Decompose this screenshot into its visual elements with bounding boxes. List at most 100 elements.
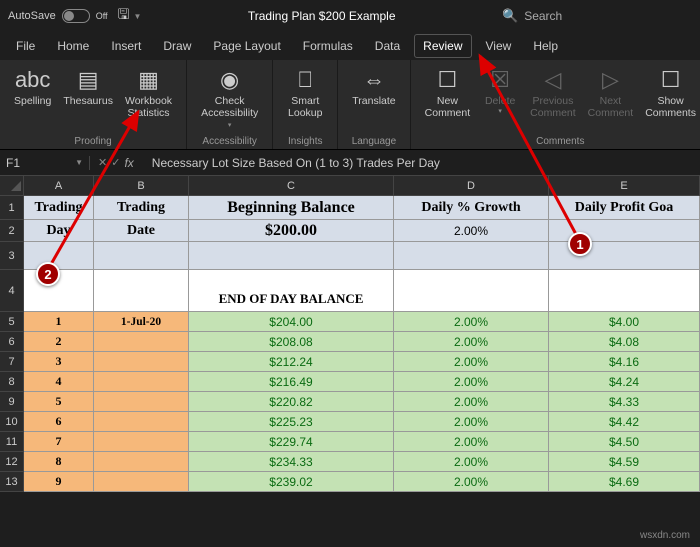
tab-insert[interactable]: Insert xyxy=(103,35,149,57)
cell[interactable]: $216.49 xyxy=(189,372,394,392)
cell[interactable] xyxy=(394,242,549,270)
cell[interactable]: $4.08 xyxy=(549,332,700,352)
smart-lookup-button[interactable]: ⎕SmartLookup xyxy=(281,64,329,121)
cell[interactable]: $4.00 xyxy=(549,312,700,332)
fx-icon[interactable]: fx xyxy=(124,156,139,170)
enter-formula-button[interactable]: ✓ xyxy=(111,156,120,169)
cell[interactable]: $4.16 xyxy=(549,352,700,372)
new-comment-button[interactable]: ☐NewComment xyxy=(419,64,477,121)
row-header[interactable]: 1 xyxy=(0,196,24,220)
cell[interactable]: $225.23 xyxy=(189,412,394,432)
cell[interactable]: 2.00% xyxy=(394,312,549,332)
cell[interactable]: 6 xyxy=(24,412,94,432)
chevron-down-icon[interactable]: ▼ xyxy=(75,158,83,167)
col-header[interactable]: E xyxy=(549,176,700,196)
formula-input[interactable]: Necessary Lot Size Based On (1 to 3) Tra… xyxy=(148,156,700,170)
cell[interactable]: 9 xyxy=(24,472,94,492)
cell[interactable]: $239.02 xyxy=(189,472,394,492)
cell[interactable]: $4.59 xyxy=(549,452,700,472)
autosave-toggle[interactable]: AutoSave Off xyxy=(8,9,108,23)
cell[interactable]: 1-Jul-20 xyxy=(94,312,189,332)
cell[interactable] xyxy=(94,270,189,312)
tab-file[interactable]: File xyxy=(8,35,43,57)
col-header[interactable]: A xyxy=(24,176,94,196)
cell[interactable]: Day xyxy=(24,220,94,242)
cell[interactable]: 2.00% xyxy=(394,372,549,392)
cell[interactable]: 2.00% xyxy=(394,452,549,472)
cell[interactable]: END OF DAY BALANCE xyxy=(189,270,394,312)
cell[interactable] xyxy=(94,432,189,452)
select-all-corner[interactable] xyxy=(0,176,24,196)
row-header[interactable]: 8 xyxy=(0,372,24,392)
tab-home[interactable]: Home xyxy=(49,35,97,57)
name-box[interactable]: F1 ▼ xyxy=(0,156,90,170)
cell[interactable]: $212.24 xyxy=(189,352,394,372)
cell[interactable]: 2.00% xyxy=(394,352,549,372)
cell[interactable]: 5 xyxy=(24,392,94,412)
row-header[interactable]: 12 xyxy=(0,452,24,472)
row-header[interactable]: 7 xyxy=(0,352,24,372)
thesaurus-button[interactable]: ▤Thesaurus xyxy=(57,64,119,110)
cell[interactable] xyxy=(94,242,189,270)
cell[interactable]: $4.33 xyxy=(549,392,700,412)
spelling-button[interactable]: abcSpelling xyxy=(8,64,57,110)
col-header[interactable]: B xyxy=(94,176,189,196)
cell[interactable]: 2.00% xyxy=(394,412,549,432)
cell[interactable]: 4 xyxy=(24,372,94,392)
tab-review[interactable]: Review xyxy=(414,34,471,58)
cell[interactable] xyxy=(94,472,189,492)
cell[interactable]: $229.74 xyxy=(189,432,394,452)
spreadsheet-grid[interactable]: A B C D E 1 Trading Trading Beginning Ba… xyxy=(0,176,700,492)
row-header[interactable]: 13 xyxy=(0,472,24,492)
cell[interactable]: $234.33 xyxy=(189,452,394,472)
cell[interactable]: 2.00% xyxy=(394,220,549,242)
workbook-statistics-button[interactable]: ▦WorkbookStatistics xyxy=(119,64,178,121)
tab-data[interactable]: Data xyxy=(367,35,408,57)
tab-help[interactable]: Help xyxy=(525,35,566,57)
cell[interactable]: $200.00 xyxy=(189,220,394,242)
cell[interactable]: Daily % Growth xyxy=(394,196,549,220)
row-header[interactable]: 9 xyxy=(0,392,24,412)
qat-dropdown-icon[interactable]: ▼ xyxy=(133,12,141,21)
cell[interactable]: 2.00% xyxy=(394,472,549,492)
cell[interactable]: $4.24 xyxy=(549,372,700,392)
cell[interactable] xyxy=(94,392,189,412)
cell[interactable]: Date xyxy=(94,220,189,242)
save-icon[interactable]: 🖫 xyxy=(118,4,130,28)
tab-draw[interactable]: Draw xyxy=(155,35,199,57)
cell[interactable] xyxy=(549,270,700,312)
cell[interactable]: 2.00% xyxy=(394,392,549,412)
tab-view[interactable]: View xyxy=(478,35,520,57)
row-header[interactable]: 11 xyxy=(0,432,24,452)
cell[interactable]: Trading xyxy=(24,196,94,220)
cell[interactable] xyxy=(94,332,189,352)
cell[interactable]: $208.08 xyxy=(189,332,394,352)
tab-page-layout[interactable]: Page Layout xyxy=(205,35,288,57)
row-header[interactable]: 3 xyxy=(0,242,24,270)
cell[interactable]: 2.00% xyxy=(394,432,549,452)
cell[interactable]: 2 xyxy=(24,332,94,352)
tab-formulas[interactable]: Formulas xyxy=(295,35,361,57)
cell[interactable]: 7 xyxy=(24,432,94,452)
cell[interactable]: 2.00% xyxy=(394,332,549,352)
cell[interactable]: $4.42 xyxy=(549,412,700,432)
cell[interactable]: Daily Profit Goa xyxy=(549,196,700,220)
cell[interactable] xyxy=(94,412,189,432)
row-header[interactable]: 5 xyxy=(0,312,24,332)
cell[interactable]: $204.00 xyxy=(189,312,394,332)
cell[interactable] xyxy=(94,452,189,472)
cell[interactable] xyxy=(94,372,189,392)
col-header[interactable]: D xyxy=(394,176,549,196)
row-header[interactable]: 2 xyxy=(0,220,24,242)
row-header[interactable]: 4 xyxy=(0,270,24,312)
row-header[interactable]: 10 xyxy=(0,412,24,432)
cell[interactable]: Beginning Balance xyxy=(189,196,394,220)
cell[interactable] xyxy=(24,242,94,270)
cell[interactable]: 3 xyxy=(24,352,94,372)
col-header[interactable]: C xyxy=(189,176,394,196)
cell[interactable] xyxy=(394,270,549,312)
cell[interactable] xyxy=(189,242,394,270)
check-accessibility-button[interactable]: ◉CheckAccessibility ▾ xyxy=(195,64,264,133)
row-header[interactable]: 6 xyxy=(0,332,24,352)
toggle-switch-icon[interactable] xyxy=(62,9,90,23)
